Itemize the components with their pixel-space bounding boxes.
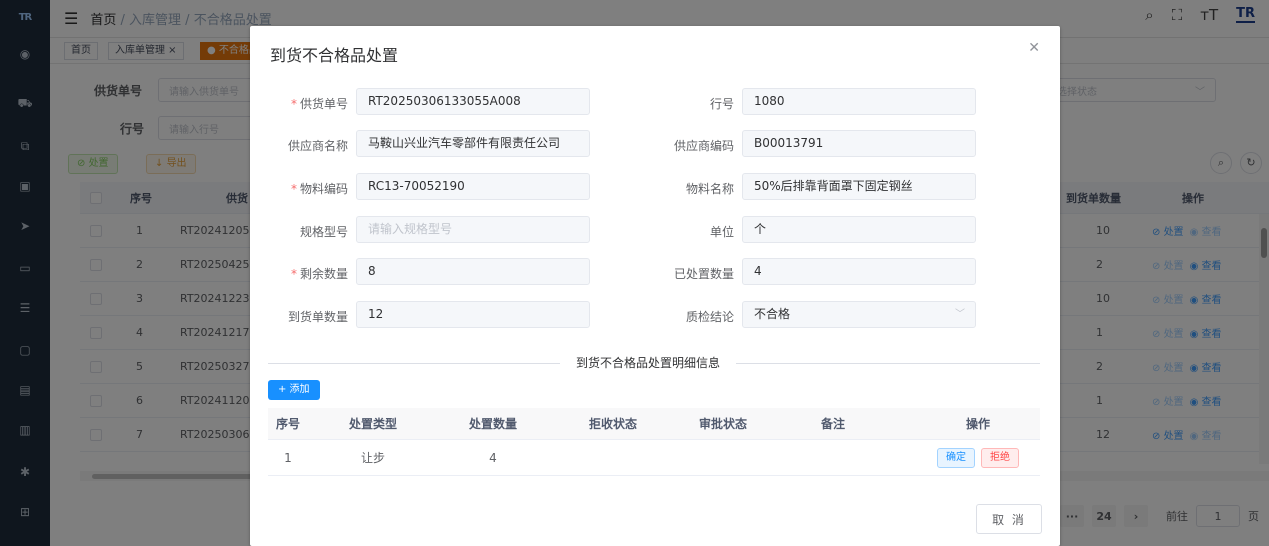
qc-label: 质检结论 — [685, 310, 734, 324]
disposal-dialog: 到货不合格品处置 ✕ * 供货单号 RT20250306133055A008 行号… — [250, 26, 1060, 546]
material-code-field[interactable]: RC13-70052190 — [356, 173, 590, 200]
detail-qty: 4 — [489, 450, 497, 465]
detail-header-approve: 审批状态 — [698, 417, 747, 431]
detail-header-seq: 序号 — [275, 417, 300, 431]
add-button[interactable]: + 添加 — [268, 380, 320, 400]
close-icon[interactable]: ✕ — [1028, 40, 1040, 56]
line-no-field[interactable]: 1080 — [742, 88, 976, 115]
remaining-label: * 剩余数量 — [290, 267, 348, 281]
spec-label: 规格型号 — [299, 225, 348, 239]
material-code-label: * 物料编码 — [290, 182, 348, 196]
material-name-field[interactable]: 50%后排靠背面罩下固定钢丝 — [742, 173, 976, 200]
handled-field[interactable]: 4 — [742, 258, 976, 285]
detail-header-type: 处置类型 — [348, 417, 397, 431]
arrival-qty-field[interactable]: 12 — [356, 301, 590, 328]
reject-button[interactable]: 拒绝 — [981, 447, 1019, 468]
unit-label: 单位 — [709, 225, 734, 239]
detail-type: 让步 — [360, 451, 385, 465]
qc-select[interactable]: 不合格 ﹀ — [742, 301, 976, 328]
supply-no-label: * 供货单号 — [290, 97, 348, 111]
remaining-field[interactable]: 8 — [356, 258, 590, 285]
cancel-button[interactable]: 取 消 — [976, 504, 1042, 534]
arrival-qty-label: 到货单数量 — [287, 310, 348, 324]
detail-header-reject: 拒收状态 — [588, 417, 637, 431]
supplier-name-label: 供应商名称 — [287, 139, 348, 153]
detail-row: 1 让步 4 确定 拒绝 — [268, 440, 1040, 476]
supplier-code-field[interactable]: B00013791 — [742, 130, 976, 157]
detail-table-header: 序号 处置类型 处置数量 拒收状态 审批状态 备注 操作 — [268, 408, 1040, 440]
unit-field[interactable]: 个 — [742, 216, 976, 243]
supplier-code-label: 供应商编码 — [673, 139, 734, 153]
detail-ops: 确定 拒绝 — [918, 440, 1038, 475]
detail-header-qty: 处置数量 — [468, 417, 517, 431]
spec-field[interactable]: 请输入规格型号 — [356, 216, 590, 243]
supply-no-field[interactable]: RT20250306133055A008 — [356, 88, 590, 115]
detail-header-remark: 备注 — [820, 417, 845, 431]
dialog-title: 到货不合格品处置 — [270, 46, 399, 65]
handled-label: 已处置数量 — [673, 267, 734, 281]
material-name-label: 物料名称 — [685, 182, 734, 196]
line-no-label: 行号 — [709, 97, 734, 111]
detail-header-ops: 操作 — [965, 417, 990, 431]
chevron-down-icon: ﹀ — [955, 309, 965, 320]
detail-seq: 1 — [284, 450, 292, 465]
detail-section-title: 到货不合格品处置明细信息 — [560, 354, 737, 371]
supplier-name-field[interactable]: 马鞍山兴业汽车零部件有限责任公司 — [356, 130, 590, 157]
confirm-button[interactable]: 确定 — [937, 447, 975, 468]
